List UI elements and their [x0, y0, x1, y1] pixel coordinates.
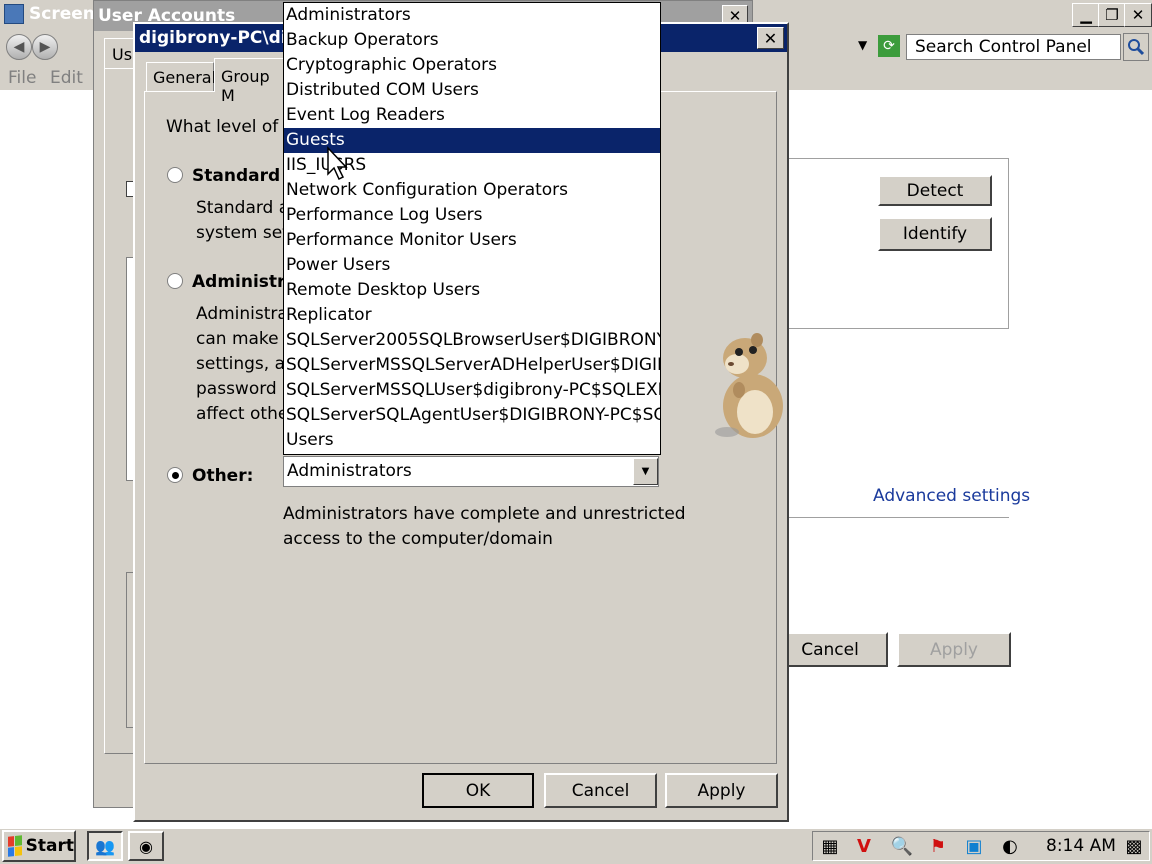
taskbar-app-button[interactable]: ◉	[128, 831, 164, 861]
dropdown-item[interactable]: Performance Monitor Users	[284, 228, 660, 253]
dropdown-item[interactable]: Users	[284, 428, 660, 453]
show-desktop-icon[interactable]: ▩	[1122, 834, 1146, 858]
dialog-apply-button[interactable]: Apply	[665, 773, 778, 808]
tab-group-membership[interactable]: Group M	[214, 58, 294, 105]
start-button[interactable]: Start	[2, 830, 76, 862]
forward-arrow-icon[interactable]: ▶	[32, 34, 58, 60]
divider	[760, 517, 1009, 518]
flag-icon[interactable]: ⚑	[926, 834, 950, 858]
ok-button[interactable]: OK	[422, 773, 534, 808]
access-level-question: What level of a	[166, 117, 295, 137]
admin-desc-line-3: settings, ac	[196, 354, 295, 374]
tab-general[interactable]: General	[146, 62, 216, 92]
group-dropdown-list[interactable]: Administrators Backup Operators Cryptograp…	[283, 2, 661, 455]
dialog-close-icon[interactable]: ✕	[757, 27, 784, 49]
admin-desc-line-4: password c	[196, 379, 292, 399]
standard-desc-line-1: Standard a	[196, 198, 290, 218]
user-accounts-tab-label: Us	[112, 45, 133, 64]
antivirus-icon[interactable]: V	[852, 834, 876, 858]
dropdown-item[interactable]: SQLServerMSSQLServerADHelperUser$DIGIBRO…	[284, 353, 660, 378]
group-desc-line-2: access to the computer/domain	[283, 529, 553, 549]
search-input[interactable]: Search Control Panel	[906, 34, 1121, 60]
group-select[interactable]: Administrators	[283, 456, 659, 487]
standard-user-radio[interactable]	[167, 167, 183, 183]
back-arrow-icon[interactable]: ◀	[6, 34, 32, 60]
network-icon[interactable]: ▦	[818, 834, 842, 858]
admin-desc-line-1: Administra	[196, 304, 288, 324]
refresh-icon[interactable]: ⟳	[878, 35, 900, 57]
dropdown-item[interactable]: Backup Operators	[284, 28, 660, 53]
chevron-down-icon[interactable]: ▼	[633, 458, 658, 485]
search-icon[interactable]	[1123, 33, 1149, 61]
clock[interactable]: 8:14 AM	[1046, 836, 1116, 856]
administrator-label[interactable]: Administra	[192, 272, 297, 292]
other-label[interactable]: Other:	[192, 466, 253, 486]
dialog-cancel-button[interactable]: Cancel	[544, 773, 657, 808]
dropdown-item[interactable]: SQLServerSQLAgentUser$DIGIBRONY-PC$SQLEX…	[284, 403, 660, 428]
dropdown-item[interactable]: Performance Log Users	[284, 203, 660, 228]
standard-desc-line-2: system sett	[196, 223, 296, 243]
monitor-icon[interactable]: ▣	[962, 834, 986, 858]
administrator-radio[interactable]	[167, 273, 183, 289]
hamster-mascot	[715, 333, 783, 438]
dropdown-item[interactable]: Administrators	[284, 3, 660, 28]
minimize-icon[interactable]: ▁	[1072, 3, 1100, 27]
detect-button[interactable]: Detect	[878, 175, 992, 206]
taskbar-user-accounts-button[interactable]: 👥	[87, 831, 123, 861]
search-tray-icon[interactable]: 🔍	[890, 834, 914, 858]
cp-cancel-button[interactable]: Cancel	[772, 632, 888, 667]
dropdown-item[interactable]: Cryptographic Operators	[284, 53, 660, 78]
dropdown-item[interactable]: Distributed COM Users	[284, 78, 660, 103]
dropdown-item[interactable]: Remote Desktop Users	[284, 278, 660, 303]
speaker-icon[interactable]: ◐	[998, 834, 1022, 858]
other-radio[interactable]	[167, 467, 183, 483]
windows-logo-icon	[8, 835, 22, 857]
dropdown-item[interactable]: Event Log Readers	[284, 103, 660, 128]
mouse-cursor-icon	[327, 146, 348, 181]
admin-desc-line-2: can make a	[196, 329, 295, 349]
dropdown-item[interactable]: SQLServerMSSQLUser$digibrony-PC$SQLEXPRE…	[284, 378, 660, 403]
dropdown-item[interactable]: Power Users	[284, 253, 660, 278]
control-panel-icon	[4, 4, 24, 24]
address-dropdown-icon[interactable]: ▼	[858, 38, 867, 52]
admin-desc-line-5: affect othe	[196, 404, 289, 424]
close-icon[interactable]: ✕	[1124, 3, 1152, 27]
control-panel-title: Screen	[29, 4, 95, 24]
start-label: Start	[25, 836, 74, 856]
restore-icon[interactable]: ❐	[1098, 3, 1126, 27]
group-desc-line-1: Administrators have complete and unrestr…	[283, 504, 686, 524]
advanced-settings-link[interactable]: Advanced settings	[873, 486, 1030, 506]
dialog-title: digibrony-PC\dig	[139, 28, 299, 48]
menu-file[interactable]: File	[8, 68, 36, 88]
dropdown-item[interactable]: Replicator	[284, 303, 660, 328]
menu-edit[interactable]: Edit	[50, 68, 83, 88]
identify-button[interactable]: Identify	[878, 217, 992, 251]
cp-apply-button[interactable]: Apply	[897, 632, 1011, 667]
dropdown-item[interactable]: SQLServer2005SQLBrowserUser$DIGIBRONY-PC	[284, 328, 660, 353]
